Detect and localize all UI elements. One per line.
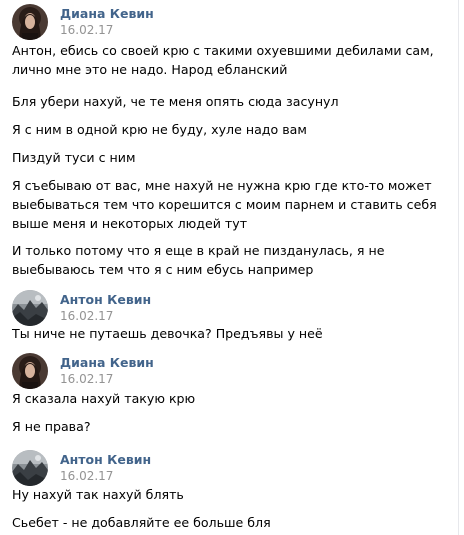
message-text: Ну нахуй так нахуй блять [12,487,184,502]
message-text: Я не права? [12,419,91,434]
message-group: Диана Кевин 16.02.17 Я сказала нахуй так… [12,349,452,439]
message-text: Пиздуй туси с ним [12,150,136,165]
message-date[interactable]: 16.02.17 [60,309,113,323]
message-text: И только потому что я еще в край не пизд… [12,243,385,277]
author-name[interactable]: Диана Кевин [60,6,154,21]
message-date[interactable]: 16.02.17 [60,469,113,483]
message-group: Диана Кевин 16.02.17 Антон, ебись со сво… [12,0,452,285]
anton-avatar-icon[interactable] [12,450,48,486]
diana-avatar-icon[interactable] [12,4,48,40]
message-text: Бля убери нахуй, че те меня опять сюда з… [12,94,339,109]
message-text: Я съебываю от вас, мне нахуй не нужна кр… [12,178,437,231]
message-text: Сьебет - не добавляйте ее больше бля [12,515,271,530]
message-group: Антон Кевин 16.02.17 Ну нахуй так нахуй … [12,446,452,535]
anton-avatar-icon[interactable] [12,290,48,326]
message-date[interactable]: 16.02.17 [60,23,113,37]
message-text: Я сказала нахуй такую крю [12,391,196,406]
message-text: Антон, ебись со своей крю с такими охуев… [12,43,434,77]
author-name[interactable]: Диана Кевин [60,355,154,370]
chat-history-panel: Диана Кевин 16.02.17 Антон, ебись со сво… [0,0,459,535]
message-text: Ты ниче не путаешь девочка? Предъявы у н… [12,326,323,341]
diana-avatar-icon[interactable] [12,353,48,389]
message-group: Антон Кевин 16.02.17 Ты ниче не путаешь … [12,286,452,346]
message-text: Я с ним в одной крю не буду, хуле надо в… [12,122,307,137]
author-name[interactable]: Антон Кевин [60,452,151,467]
author-name[interactable]: Антон Кевин [60,292,151,307]
message-date[interactable]: 16.02.17 [60,372,113,386]
